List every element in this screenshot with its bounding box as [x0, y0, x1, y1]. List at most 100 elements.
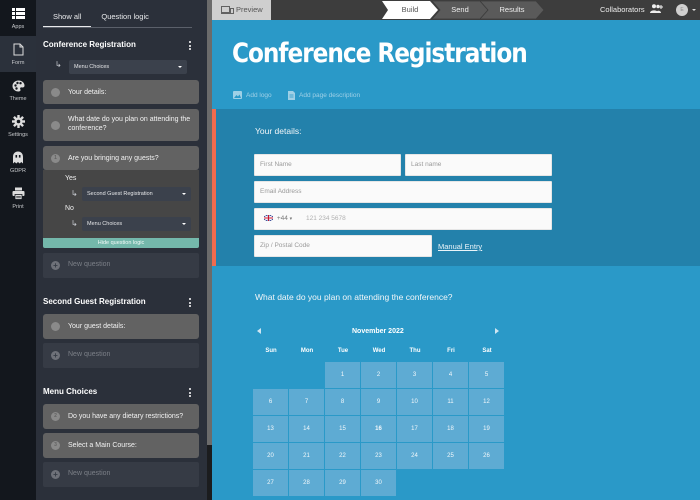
section-title: Menu Choices — [43, 387, 98, 396]
new-question-button[interactable]: + New question — [43, 253, 199, 278]
last-name-field[interactable]: Last name — [405, 154, 552, 176]
phone-field[interactable]: +44 ▾ 121 234 5678 — [254, 208, 552, 230]
rail-label: Form — [11, 59, 25, 66]
add-logo-button[interactable]: Add logo — [233, 91, 272, 99]
hide-question-logic-button[interactable]: Hide question logic — [43, 238, 199, 248]
rail-label: Theme — [9, 95, 27, 102]
rail-item-gdpr[interactable]: GDPR — [0, 144, 36, 180]
calendar-day[interactable]: 9 — [361, 389, 396, 415]
calendar-day[interactable]: 5 — [469, 362, 504, 388]
next-month-icon[interactable] — [495, 328, 499, 334]
calendar-day[interactable]: 27 — [253, 470, 288, 496]
rail-item-theme[interactable]: Theme — [0, 72, 36, 108]
calendar-day[interactable]: 4 — [433, 362, 468, 388]
calendar-day[interactable]: 18 — [433, 416, 468, 442]
rail-item-form[interactable]: Form — [0, 36, 36, 72]
question-card[interactable]: 3 Select a Main Course: — [43, 433, 199, 458]
goto-arrow-icon: ↳ — [71, 219, 78, 228]
section-menu-button[interactable] — [188, 298, 192, 309]
preview-button[interactable]: Preview — [212, 0, 271, 20]
calendar-day[interactable]: 20 — [253, 443, 288, 469]
new-question-button[interactable]: + New question — [43, 343, 199, 368]
calendar-day[interactable]: 12 — [469, 389, 504, 415]
printer-icon — [11, 187, 25, 201]
caret-down-icon — [182, 193, 186, 195]
calendar-day[interactable]: 26 — [469, 443, 504, 469]
new-question-label: New question — [68, 470, 111, 477]
rail-item-print[interactable]: Print — [0, 180, 36, 216]
caret-down-icon — [178, 66, 182, 68]
calendar-day[interactable]: 1 — [325, 362, 360, 388]
user-avatar[interactable]: E — [676, 4, 688, 16]
calendar-day[interactable]: 19 — [469, 416, 504, 442]
calendar-day[interactable]: 15 — [325, 416, 360, 442]
dropdown-value: Second Guest Registration — [87, 191, 153, 197]
email-field[interactable]: Email Address — [254, 181, 552, 203]
selected-indicator — [212, 109, 216, 266]
question-number-badge: 1 — [51, 153, 60, 163]
calendar-day[interactable]: 13 — [253, 416, 288, 442]
question-card[interactable]: 2 Do you have any dietary restrictions? — [43, 404, 199, 429]
form-outline-panel: Show all Question logic Conference Regis… — [36, 0, 207, 500]
logic-no-label: No — [65, 205, 74, 212]
zip-field[interactable]: Zip / Postal Code — [254, 235, 432, 257]
section-menu-button[interactable] — [188, 41, 192, 52]
calendar-day[interactable]: 21 — [289, 443, 324, 469]
phone-country-code[interactable]: +44 — [277, 215, 288, 222]
panel-tabs: Show all Question logic — [43, 8, 192, 28]
section-goto-dropdown[interactable]: Menu Choices — [69, 60, 187, 74]
logic-no-dropdown[interactable]: Menu Choices — [82, 217, 191, 231]
question-number-badge: 2 — [51, 412, 60, 421]
prev-month-icon[interactable] — [257, 328, 261, 334]
rail-item-settings[interactable]: Settings — [0, 108, 36, 144]
collaborators-button[interactable]: Collaborators — [600, 0, 663, 20]
add-description-label: Add page description — [299, 92, 361, 99]
calendar-day[interactable]: 11 — [433, 389, 468, 415]
step-results[interactable]: Results — [480, 1, 544, 19]
apps-icon — [11, 7, 25, 21]
tab-show-all[interactable]: Show all — [43, 8, 92, 27]
calendar-day[interactable]: 28 — [289, 470, 324, 496]
rail-label: Settings — [8, 131, 28, 138]
calendar-day[interactable]: 25 — [433, 443, 468, 469]
question-text: Do you have any dietary restrictions? — [68, 413, 184, 420]
form-title[interactable]: Conference Registration — [232, 38, 528, 69]
step-label: Send — [451, 5, 469, 14]
new-question-button[interactable]: + New question — [43, 462, 199, 487]
calendar-day[interactable]: 2 — [361, 362, 396, 388]
calendar-day[interactable]: 6 — [253, 389, 288, 415]
question-card[interactable]: What date do you plan on attending the c… — [43, 109, 199, 141]
calendar-day[interactable]: 10 — [397, 389, 432, 415]
section-menu-button[interactable] — [188, 388, 192, 399]
caret-down-icon[interactable] — [692, 9, 696, 11]
section-title: Conference Registration — [43, 40, 136, 49]
form-icon — [11, 43, 25, 57]
calendar-day[interactable]: 17 — [397, 416, 432, 442]
add-logo-label: Add logo — [246, 91, 272, 99]
calendar-day[interactable]: 14 — [289, 416, 324, 442]
weekday-header: Sun — [265, 348, 277, 354]
calendar-day[interactable]: 22 — [325, 443, 360, 469]
calendar-day[interactable]: 3 — [397, 362, 432, 388]
tab-question-logic[interactable]: Question logic — [91, 8, 159, 27]
new-question-label: New question — [68, 261, 111, 268]
calendar-day[interactable]: 30 — [361, 470, 396, 496]
calendar-day[interactable]: 23 — [361, 443, 396, 469]
question-card[interactable]: Your guest details: — [43, 314, 199, 339]
logic-yes-dropdown[interactable]: Second Guest Registration — [82, 187, 191, 201]
calendar-day[interactable]: 29 — [325, 470, 360, 496]
weekday-header: Fri — [447, 348, 455, 354]
calendar-day[interactable]: 7 — [289, 389, 324, 415]
question-card[interactable]: Your details: — [43, 80, 199, 104]
first-name-field[interactable]: First Name — [254, 154, 401, 176]
rail-item-apps[interactable]: Apps — [0, 0, 36, 36]
question-card-with-logic[interactable]: 1 Are you bringing any guests? — [43, 146, 199, 170]
calendar-day[interactable]: 8 — [325, 389, 360, 415]
rail-label: Print — [12, 203, 24, 210]
step-build[interactable]: Build — [382, 1, 438, 19]
app-root: Apps Form Theme Settings GDPR Print Show… — [0, 0, 700, 500]
calendar-day[interactable]: 24 — [397, 443, 432, 469]
add-description-button[interactable]: Add page description — [288, 91, 360, 100]
calendar-day[interactable]: 16 — [361, 416, 396, 442]
manual-entry-link[interactable]: Manual Entry — [438, 242, 482, 251]
